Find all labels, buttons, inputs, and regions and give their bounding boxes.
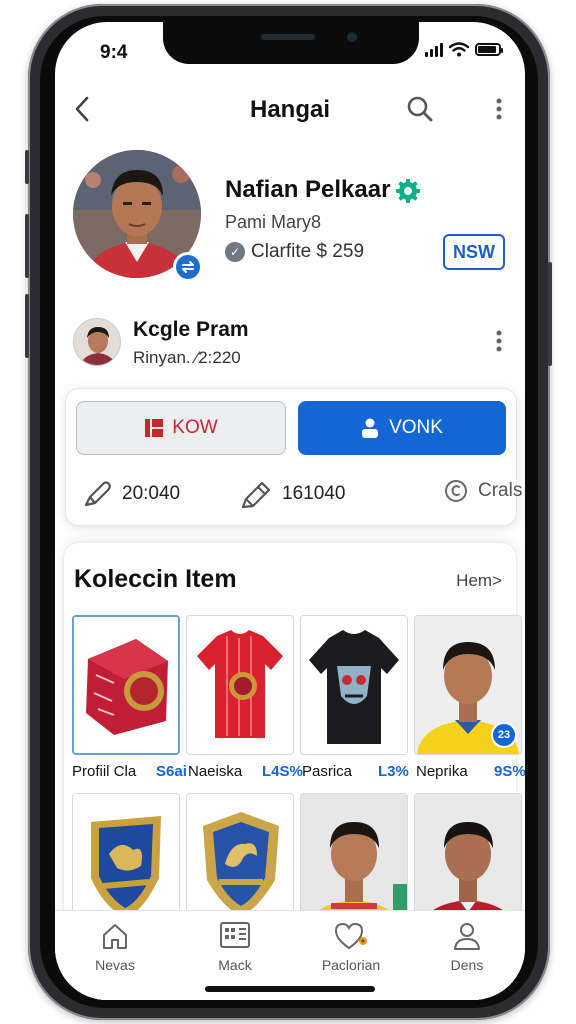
vonk-button-label: VONK <box>389 417 443 438</box>
action-card: KOW VONK 20:040 161040 Crals <box>65 388 522 526</box>
red-jersey-image <box>187 616 293 754</box>
front-camera <box>347 32 357 42</box>
search-icon <box>407 96 433 122</box>
item-count-badge: 23 <box>491 722 517 748</box>
scarf-image <box>74 617 178 753</box>
swap-icon <box>182 261 194 273</box>
volume-down-button <box>25 294 29 358</box>
flag-icon <box>145 419 164 437</box>
sub-profile-photo <box>74 319 120 365</box>
collection-item-tile[interactable]: 23 <box>414 615 522 755</box>
item-label: Pasrica <box>302 763 353 780</box>
verified-gear-icon <box>396 179 420 203</box>
battery-icon <box>475 43 503 56</box>
item-value: L3% <box>378 763 409 780</box>
tab-label: Mack <box>218 957 252 973</box>
user-icon <box>362 418 379 438</box>
speaker <box>261 34 315 40</box>
sub-profile-more-button[interactable] <box>487 324 511 358</box>
more-button[interactable] <box>487 92 511 126</box>
item-value: 9S% <box>494 763 525 780</box>
grid-icon <box>220 922 250 948</box>
item-value: S6ai <box>156 763 187 780</box>
tab-label: Dens <box>450 957 484 973</box>
more-vertical-icon <box>496 98 502 120</box>
silent-switch <box>25 150 29 184</box>
view-button[interactable]: KOW <box>76 401 286 455</box>
top-bar: Hangai <box>55 84 525 134</box>
item-label: Profiil Cla <box>72 763 137 780</box>
notch <box>163 22 419 64</box>
volume-up-button <box>25 214 29 278</box>
stat-2: 161040 <box>240 479 345 509</box>
search-button[interactable] <box>403 92 437 126</box>
collection-see-all-link[interactable]: Hem> <box>456 571 502 591</box>
status-time: 9:4 <box>100 42 128 63</box>
page-title: Hangai <box>249 96 330 123</box>
pen-icon <box>84 481 111 507</box>
black-jersey-image <box>301 616 407 754</box>
person-icon <box>454 923 480 950</box>
tab-news[interactable]: Nevas <box>65 921 165 981</box>
stat-1-value: 20:040 <box>122 483 181 504</box>
sub-profile-avatar[interactable] <box>73 318 121 366</box>
signal-icon <box>425 42 443 57</box>
tab-label: Nevas <box>95 957 135 973</box>
profile-balance: Clarfite $ 259 <box>251 241 365 262</box>
collection-item-tile[interactable] <box>186 615 294 755</box>
tab-mack[interactable]: Mack <box>185 921 285 981</box>
collection-item-tile[interactable] <box>300 615 408 755</box>
home-indicator[interactable] <box>205 986 375 992</box>
stat-2-value: 161040 <box>282 483 346 504</box>
tab-label: Paclorian <box>321 957 381 973</box>
collection-title: Koleccin Item <box>74 565 237 593</box>
heart-icon <box>334 922 367 950</box>
screen: 9:4 Hangai Nafian Pelkaar Pami Mary8 ✓ C… <box>55 22 525 1000</box>
stat-1: 20:040 <box>82 479 180 509</box>
collection-item-tile[interactable] <box>72 615 180 755</box>
coin-icon <box>445 480 467 502</box>
item-label: Neprika <box>416 763 468 780</box>
power-button <box>548 262 552 366</box>
profile-handle: Pami Mary8 <box>225 212 322 232</box>
avatar-edit-badge[interactable] <box>173 252 203 282</box>
item-value: L4S% <box>262 763 303 780</box>
stat-3: Crals <box>444 479 522 503</box>
pencil-icon <box>241 481 271 509</box>
tab-dens[interactable]: Dens <box>417 921 517 981</box>
more-vertical-icon <box>496 330 502 352</box>
new-badge[interactable]: NSW <box>443 234 505 270</box>
view-button-label: KOW <box>172 417 218 438</box>
profile-name: Nafian Pelkaar <box>225 176 391 203</box>
home-icon <box>103 924 127 949</box>
status-icons <box>425 42 503 57</box>
wifi-icon <box>449 42 469 57</box>
vonk-button[interactable]: VONK <box>298 401 506 455</box>
stat-3-value: Crals <box>478 480 523 501</box>
tab-paclorian[interactable]: Paclorian <box>301 921 401 981</box>
sub-profile-name: Kcgle Pram <box>133 318 249 341</box>
check-circle-icon: ✓ <box>225 242 245 262</box>
sub-profile-meta: Rinyan. ⁄2:220 <box>133 348 241 367</box>
item-label: Naeiska <box>188 763 243 780</box>
